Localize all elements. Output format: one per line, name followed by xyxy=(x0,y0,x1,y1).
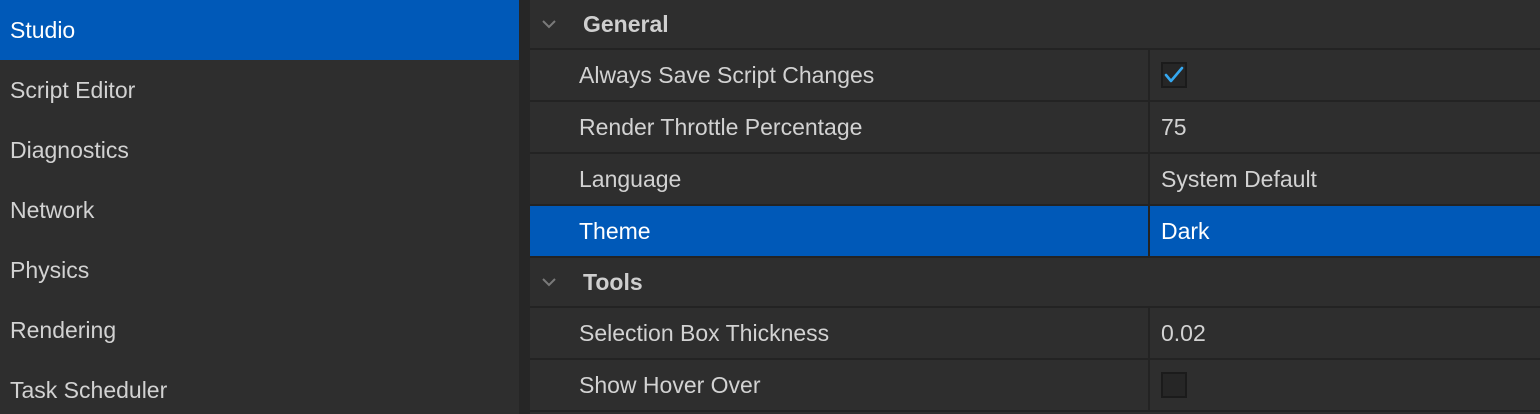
settings-properties-panel: General Always Save Script Changes Rende… xyxy=(530,0,1540,414)
property-row-render-throttle-percentage[interactable]: Render Throttle Percentage 75 xyxy=(530,102,1540,154)
sidebar-item-physics[interactable]: Physics xyxy=(0,240,519,300)
property-row-theme[interactable]: Theme Dark xyxy=(530,206,1540,258)
selection-box-thickness-field[interactable]: 0.02 xyxy=(1150,308,1540,358)
property-value xyxy=(1150,360,1540,410)
property-name: Always Save Script Changes xyxy=(530,50,1150,100)
property-name: Selection Box Thickness xyxy=(530,308,1150,358)
section-header-tools[interactable]: Tools xyxy=(530,258,1540,308)
property-row-show-hover-over[interactable]: Show Hover Over xyxy=(530,360,1540,412)
sidebar-item-studio[interactable]: Studio xyxy=(0,0,519,60)
sidebar-item-script-editor[interactable]: Script Editor xyxy=(0,60,519,120)
sidebar-item-network[interactable]: Network xyxy=(0,180,519,240)
section-title: Tools xyxy=(583,268,643,295)
property-name: Language xyxy=(530,154,1150,204)
render-throttle-value-field[interactable]: 75 xyxy=(1150,102,1540,152)
property-row-always-save-script-changes[interactable]: Always Save Script Changes xyxy=(530,50,1540,102)
sidebar-item-diagnostics[interactable]: Diagnostics xyxy=(0,120,519,180)
pane-splitter[interactable] xyxy=(519,0,530,414)
checkmark-icon xyxy=(1164,66,1184,83)
property-name: Theme xyxy=(530,206,1150,256)
always-save-checkbox[interactable] xyxy=(1161,62,1187,88)
property-name: Show Hover Over xyxy=(530,360,1150,410)
chevron-down-icon[interactable] xyxy=(542,275,556,289)
sidebar-item-task-scheduler[interactable]: Task Scheduler xyxy=(0,360,519,414)
theme-dropdown[interactable]: Dark xyxy=(1150,206,1540,256)
property-name: Render Throttle Percentage xyxy=(530,102,1150,152)
show-hover-over-checkbox[interactable] xyxy=(1161,372,1187,398)
chevron-down-icon[interactable] xyxy=(542,17,556,31)
property-row-selection-box-thickness[interactable]: Selection Box Thickness 0.02 xyxy=(530,308,1540,360)
section-header-general[interactable]: General xyxy=(530,0,1540,50)
property-value xyxy=(1150,50,1540,100)
language-dropdown[interactable]: System Default xyxy=(1150,154,1540,204)
studio-settings-window: Studio Script Editor Diagnostics Network… xyxy=(0,0,1540,414)
settings-sidebar: Studio Script Editor Diagnostics Network… xyxy=(0,0,519,414)
sidebar-item-rendering[interactable]: Rendering xyxy=(0,300,519,360)
property-row-language[interactable]: Language System Default xyxy=(530,154,1540,206)
section-title: General xyxy=(583,10,669,37)
